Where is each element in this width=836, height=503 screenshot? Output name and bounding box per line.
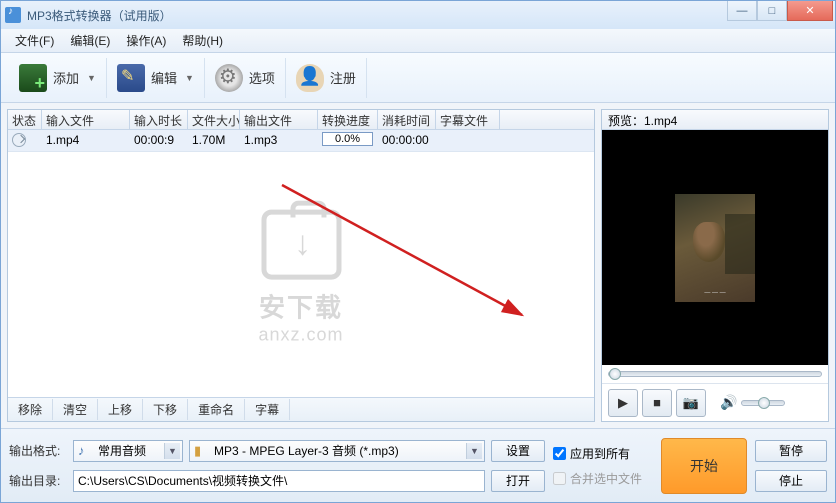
col-elapsed[interactable]: 消耗时间 <box>378 110 436 129</box>
play-button[interactable]: ▶ <box>608 389 638 417</box>
merge-checkbox[interactable]: 合并选中文件 <box>553 470 653 487</box>
format-icon: ▮ <box>194 443 210 459</box>
music-icon: ♪ <box>78 443 94 459</box>
titlebar: MP3格式转换器（试用版） — □ ✕ <box>1 1 835 29</box>
cell-duration: 00:00:9 <box>130 130 188 151</box>
video-thumbnail: — — — <box>675 194 755 302</box>
arrow-annotation <box>272 175 532 325</box>
main-area: 状态 输入文件 输入时长 文件大小 输出文件 转换进度 消耗时间 字幕文件 1.… <box>1 103 835 428</box>
chevron-down-icon: ▼ <box>87 73 96 83</box>
user-icon <box>296 64 324 92</box>
snapshot-button[interactable]: 📷 <box>676 389 706 417</box>
options-button[interactable]: 选项 <box>205 58 286 98</box>
col-subtitle[interactable]: 字幕文件 <box>436 110 500 129</box>
cell-subtitle <box>436 130 500 151</box>
moveup-button[interactable]: 上移 <box>98 399 143 420</box>
register-button[interactable]: 注册 <box>286 58 367 98</box>
add-icon <box>19 64 47 92</box>
open-button[interactable]: 打开 <box>491 470 545 492</box>
volume-slider[interactable] <box>741 400 785 406</box>
menu-help[interactable]: 帮助(H) <box>174 30 231 51</box>
menu-file[interactable]: 文件(F) <box>7 30 62 51</box>
clear-button[interactable]: 清空 <box>53 399 98 420</box>
volume-thumb[interactable] <box>758 397 770 409</box>
chevron-down-icon: ▼ <box>164 443 180 459</box>
gear-icon <box>215 64 243 92</box>
stop-button[interactable]: ■ <box>642 389 672 417</box>
table-row[interactable]: 1.mp4 00:00:9 1.70M 1.mp3 0.0% 00:00:00 <box>8 130 594 152</box>
col-progress[interactable]: 转换进度 <box>318 110 378 129</box>
cell-input: 1.mp4 <box>42 130 130 151</box>
add-button[interactable]: 添加 ▼ <box>9 58 107 98</box>
table-headers: 状态 输入文件 输入时长 文件大小 输出文件 转换进度 消耗时间 字幕文件 <box>8 110 594 130</box>
preview-label: 预览：1.mp4 <box>602 110 828 130</box>
seek-thumb[interactable] <box>609 368 621 380</box>
seek-slider[interactable] <box>608 371 822 377</box>
rename-button[interactable]: 重命名 <box>188 399 245 420</box>
edit-button[interactable]: 编辑 ▼ <box>107 58 205 98</box>
cell-elapsed: 00:00:00 <box>378 130 436 151</box>
col-output[interactable]: 输出文件 <box>240 110 318 129</box>
app-window: MP3格式转换器（试用版） — □ ✕ 文件(F) 编辑(E) 操作(A) 帮助… <box>0 0 836 503</box>
movedown-button[interactable]: 下移 <box>143 399 188 420</box>
chevron-down-icon: ▼ <box>466 443 482 459</box>
menubar: 文件(F) 编辑(E) 操作(A) 帮助(H) <box>1 29 835 53</box>
chevron-down-icon: ▼ <box>185 73 194 83</box>
window-title: MP3格式转换器（试用版） <box>27 7 172 24</box>
output-format-label: 输出格式: <box>9 442 67 459</box>
start-button[interactable]: 开始 <box>661 438 747 494</box>
watermark: 安下载 anxz.com <box>258 209 343 345</box>
col-status[interactable]: 状态 <box>8 110 42 129</box>
player-controls: ▶ ■ 📷 🔊 <box>602 383 828 421</box>
remove-button[interactable]: 移除 <box>8 399 53 420</box>
subtitle-overlay: — — — <box>675 290 755 296</box>
file-list-panel: 状态 输入文件 输入时长 文件大小 输出文件 转换进度 消耗时间 字幕文件 1.… <box>7 109 595 422</box>
output-dir-label: 输出目录: <box>9 472 67 489</box>
minimize-button[interactable]: — <box>727 1 757 21</box>
pause-button[interactable]: 暂停 <box>755 440 827 462</box>
preview-panel: 预览：1.mp4 — — — ▶ ■ 📷 🔊 <box>601 109 829 422</box>
menu-edit[interactable]: 编辑(E) <box>62 30 118 51</box>
edit-icon <box>117 64 145 92</box>
table-body: 1.mp4 00:00:9 1.70M 1.mp3 0.0% 00:00:00 … <box>8 130 594 397</box>
toolbar: 添加 ▼ 编辑 ▼ 选项 注册 <box>1 53 835 103</box>
app-icon <box>5 7 21 23</box>
clock-icon <box>12 133 26 147</box>
col-input[interactable]: 输入文件 <box>42 110 130 129</box>
maximize-button[interactable]: □ <box>757 1 787 21</box>
category-combo[interactable]: ♪ 常用音频 ▼ <box>73 440 183 462</box>
subtitle-button[interactable]: 字幕 <box>245 399 290 420</box>
download-icon <box>261 209 341 279</box>
bottom-panel: 输出格式: ♪ 常用音频 ▼ ▮ MP3 - MPEG Layer-3 音频 (… <box>1 428 835 502</box>
cell-size: 1.70M <box>188 130 240 151</box>
preview-area[interactable]: — — — <box>602 130 828 365</box>
settings-button[interactable]: 设置 <box>491 440 545 462</box>
stop-conv-button[interactable]: 停止 <box>755 470 827 492</box>
apply-all-checkbox[interactable]: 应用到所有 <box>553 445 653 462</box>
cell-output: 1.mp3 <box>240 130 318 151</box>
menu-action[interactable]: 操作(A) <box>118 30 174 51</box>
col-duration[interactable]: 输入时长 <box>130 110 188 129</box>
volume-icon: 🔊 <box>720 394 737 411</box>
progress-bar: 0.0% <box>322 132 373 146</box>
output-dir-input[interactable] <box>73 470 485 492</box>
list-actions: 移除 清空 上移 下移 重命名 字幕 <box>8 397 594 421</box>
close-button[interactable]: ✕ <box>787 1 833 21</box>
col-size[interactable]: 文件大小 <box>188 110 240 129</box>
format-combo[interactable]: ▮ MP3 - MPEG Layer-3 音频 (*.mp3) ▼ <box>189 440 485 462</box>
